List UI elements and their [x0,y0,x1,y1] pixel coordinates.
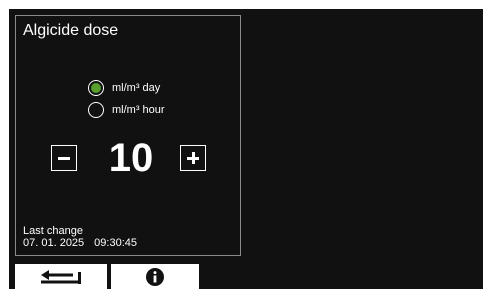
dose-value: 10 [108,136,154,180]
decrease-button[interactable] [51,145,77,171]
radio-day[interactable] [88,80,104,96]
last-change-label: Last change [23,225,83,237]
back-button[interactable] [15,264,107,289]
dose-stepper: 10 [51,135,211,181]
plus-icon [187,152,199,164]
radio-hour[interactable] [88,102,104,118]
radio-hour-label: ml/m³ hour [112,104,165,116]
last-change-time: 09:30:45 [94,237,137,249]
increase-button[interactable] [180,145,206,171]
last-change-timestamp: 07. 01. 2025 09:30:45 [23,237,147,249]
info-icon [146,267,164,286]
radio-day-label: ml/m³ day [112,82,161,94]
radio-option-day[interactable]: ml/m³ day [88,80,160,96]
screen: Algicide dose ml/m³ day ml/m³ hour 10 La… [9,9,483,289]
dose-panel: Algicide dose ml/m³ day ml/m³ hour 10 La… [15,15,241,256]
panel-title: Algicide dose [23,22,119,39]
back-arrow-icon [41,269,81,284]
last-change-date: 07. 01. 2025 [23,237,85,249]
radio-option-hour[interactable]: ml/m³ hour [88,102,165,118]
minus-icon [58,156,70,160]
last-change: Last change 07. 01. 2025 09:30:45 [23,225,147,249]
info-button[interactable] [111,264,199,289]
